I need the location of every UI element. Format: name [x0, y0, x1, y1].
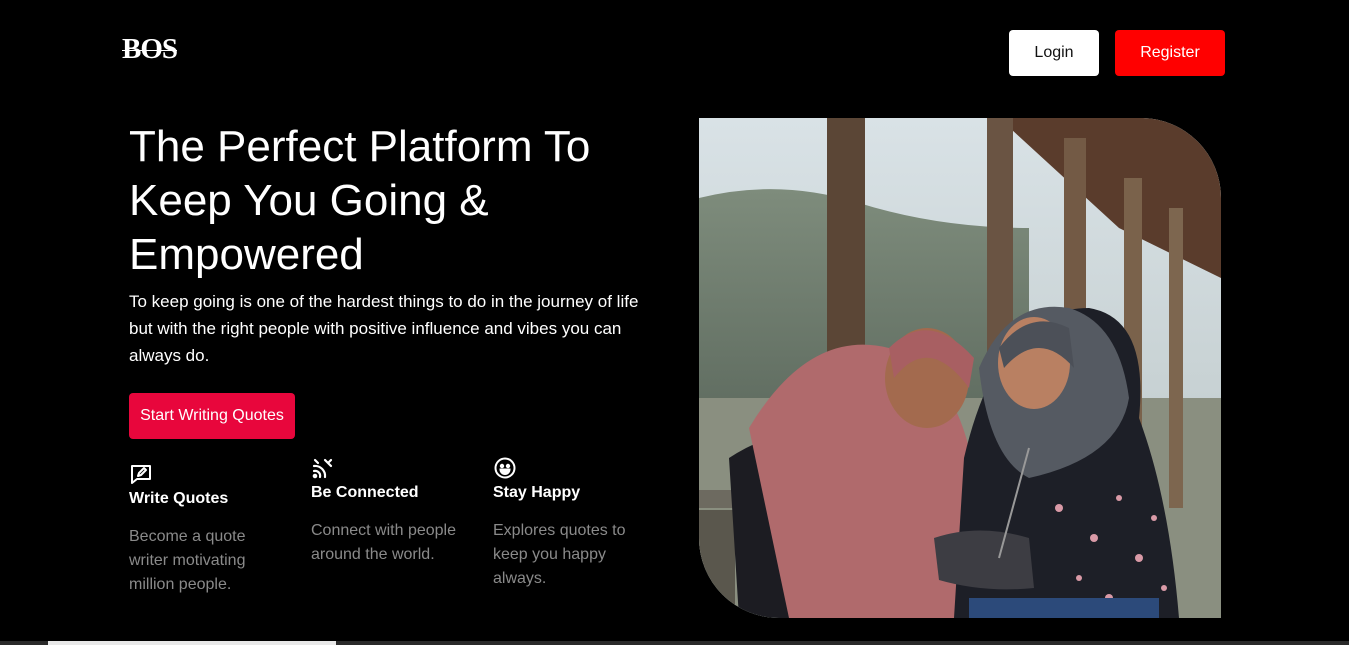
hero-title-line1: The Perfect Platform To [129, 122, 591, 171]
feature-title: Write Quotes [129, 490, 229, 507]
hero-title: The Perfect Platform To Keep You Going & E… [129, 120, 669, 282]
brand-logo[interactable]: BOS [122, 34, 178, 64]
feature-text: Become a quote writer motivating million… [129, 528, 246, 593]
start-writing-quotes-button[interactable]: Start Writing Quotes [129, 393, 295, 439]
hero-title-line2: Keep You Going & [129, 176, 489, 225]
feature-title: Be Connected [311, 484, 419, 501]
wifi-connect-icon [311, 456, 335, 480]
feature-stay-happy: Stay Happy Explores quotes to keep you h… [493, 456, 643, 591]
feature-be-connected: Be Connected Connect with people around … [311, 456, 461, 567]
message-edit-icon [129, 462, 153, 486]
feature-text: Explores quotes to keep you happy always… [493, 522, 626, 587]
hero-photo [699, 118, 1221, 618]
feature-text: Connect with people around the world. [311, 522, 456, 563]
hero-title-line3: Empowered [129, 230, 364, 279]
login-button[interactable]: Login [1009, 30, 1099, 76]
feature-title: Stay Happy [493, 484, 581, 501]
register-button[interactable]: Register [1115, 30, 1225, 76]
hero-description: To keep going is one of the hardest thin… [129, 292, 639, 365]
smile-icon [493, 456, 517, 480]
horizontal-scrollbar[interactable] [0, 641, 1349, 645]
scrollbar-thumb[interactable] [48, 641, 336, 645]
feature-write-quotes: Write Quotes Become a quote writer motiv… [129, 462, 279, 597]
